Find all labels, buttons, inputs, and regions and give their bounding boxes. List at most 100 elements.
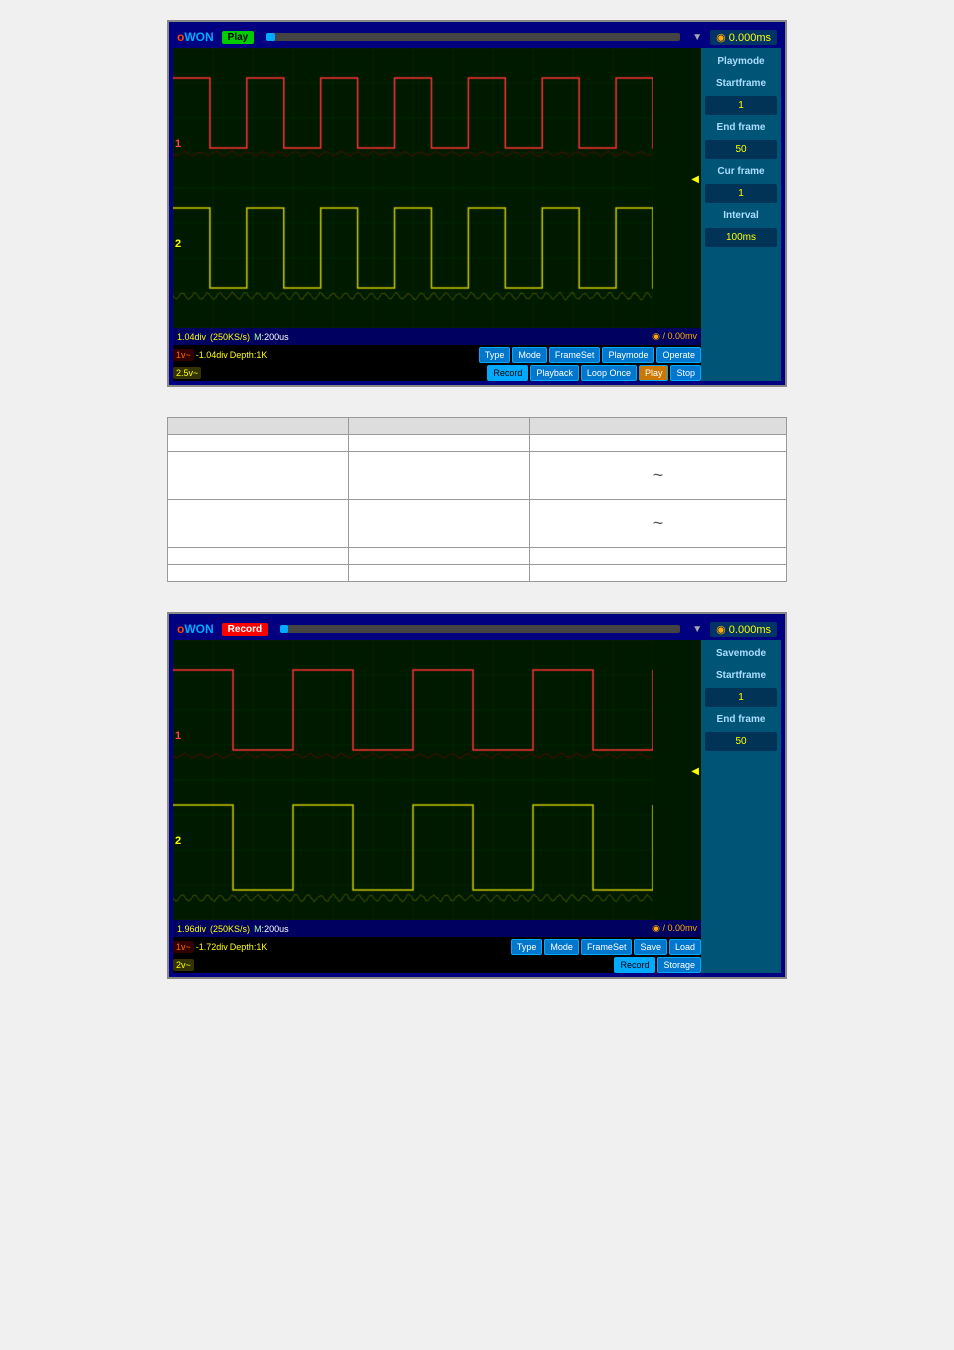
page-container: oWON Play ▼ ◉ 0.000ms II Play: 1 1 2 — [20, 20, 934, 979]
scope2-save-btn[interactable]: Save — [634, 939, 667, 955]
scope1-header: oWON Play ▼ ◉ 0.000ms — [173, 26, 781, 48]
scope1-mode-btn[interactable]: Mode — [512, 347, 547, 363]
table-cell — [348, 435, 529, 452]
scope1-type-btn[interactable]: Type — [479, 347, 511, 363]
scope1-record-btn[interactable]: Record — [487, 365, 528, 381]
table-row — [168, 548, 787, 565]
tilde-symbol: ~ — [542, 508, 774, 539]
scope2-trigger-info: ◉ / 0.00mv — [652, 923, 697, 934]
table-cell — [168, 435, 349, 452]
scope2-ch1-info: 1.96div — [177, 924, 206, 934]
scope2-load-btn[interactable]: Load — [669, 939, 701, 955]
table-col1-header — [168, 418, 349, 435]
scope2-header: oWON Record ▼ ◉ 0.000ms — [173, 618, 781, 640]
table-cell — [529, 548, 786, 565]
scope1-ch2-info: -1.04div — [196, 350, 228, 360]
tilde-symbol: ~ — [542, 460, 774, 491]
scope1-logo: oWON — [177, 30, 214, 44]
ch2-indicator: 2 — [175, 238, 181, 250]
scope1-endframe-value: 50 — [705, 140, 777, 159]
table-col3-header — [529, 418, 786, 435]
scope2-mode-badge: Record — [222, 623, 268, 636]
scope1-curframe-value: 1 — [705, 184, 777, 203]
scope2-main: Rec:1 50 1 2 ◀ 1.96div (250KS/s) M:200 — [173, 640, 701, 973]
scope1-curframe-label: Cur frame — [705, 162, 777, 181]
table-cell — [348, 452, 529, 500]
scope1-timebase: M:200us — [254, 332, 289, 342]
scope2-sample-rate: (250KS/s) — [210, 924, 250, 934]
scope2-startframe-label: Startframe — [705, 666, 777, 685]
scope2-endframe-value: 50 — [705, 732, 777, 751]
scope2-mode-btn[interactable]: Mode — [544, 939, 579, 955]
scope1-buttons: Type Mode FrameSet Playmode Operate — [479, 347, 701, 363]
table-section: ~ ~ — [167, 417, 787, 582]
scope1-playmode-btn[interactable]: Playmode — [602, 347, 654, 363]
scope2-logo: oWON — [177, 622, 214, 636]
scope1-ch2-label: 2.5v~ — [173, 367, 201, 379]
scope1-ch1-label: 1v~ — [173, 349, 194, 361]
scope1-time: ◉ 0.000ms — [710, 30, 777, 45]
scope1-footer-row3: 2.5v~ Record Playback Loop Once Play Sto… — [173, 363, 701, 381]
scope1-main: II Play: 1 1 2 ◀ 1.04div (250K — [173, 48, 701, 381]
table-row: ~ — [168, 452, 787, 500]
table-cell: ~ — [529, 452, 786, 500]
table-col2-header — [348, 418, 529, 435]
scope2-record-btn[interactable]: Record — [614, 957, 655, 973]
scope2-ch2-info: -1.72div — [196, 942, 228, 952]
table-cell — [529, 565, 786, 582]
scope2-cursor-icon: ▼ — [692, 624, 702, 635]
scope1-footer-row2: 1v~ -1.04div Depth:1K Type Mode FrameSet… — [173, 345, 701, 363]
table-cell — [168, 500, 349, 548]
scope2-buttons-row2: Record Storage — [614, 957, 701, 973]
scope1-startframe-value: 1 — [705, 96, 777, 115]
scope2-waveform-canvas — [173, 640, 653, 920]
scope1-playback-btn[interactable]: Playback — [530, 365, 579, 381]
scope2-depth: Depth:1K — [230, 942, 268, 952]
table-cell — [348, 500, 529, 548]
scope2-buttons: Type Mode FrameSet Save Load — [511, 939, 701, 955]
scope2-timebase: M:200us — [254, 924, 289, 934]
scope1-loop-btn[interactable]: Loop Once — [581, 365, 637, 381]
scope1-cursor-icon: ▼ — [692, 32, 702, 43]
scope2-endframe-label: End frame — [705, 710, 777, 729]
table-header-row — [168, 418, 787, 435]
scope2-savemode-label: Savemode — [705, 644, 777, 663]
scope1-play-btn[interactable]: Play — [639, 365, 669, 381]
scope1-screen: 1 2 ◀ — [173, 48, 701, 328]
scope2-type-btn[interactable]: Type — [511, 939, 543, 955]
scope2-trigger-icon: ◀ — [691, 766, 699, 777]
scope2-ch2-label: 2v~ — [173, 959, 194, 971]
scope1-interval-label: Interval — [705, 206, 777, 225]
trigger-icon: ◀ — [691, 174, 699, 185]
scope2-body: Rec:1 50 1 2 ◀ 1.96div (250KS/s) M:200 — [173, 640, 781, 973]
scope1-footer: 1.04div (250KS/s) M:200us ◉ / 0.00mv — [173, 328, 701, 345]
scope1-body: II Play: 1 1 2 ◀ 1.04div (250K — [173, 48, 781, 381]
scope1-buttons-row2: Record Playback Loop Once Play Stop — [487, 365, 701, 381]
table-cell — [529, 435, 786, 452]
scope1-container: oWON Play ▼ ◉ 0.000ms II Play: 1 1 2 — [167, 20, 787, 387]
scope1-stop-btn[interactable]: Stop — [670, 365, 701, 381]
scope2-container: oWON Record ▼ ◉ 0.000ms Rec:1 50 1 2 ◀ — [167, 612, 787, 979]
table-row — [168, 435, 787, 452]
table-cell — [348, 548, 529, 565]
scope2-storage-btn[interactable]: Storage — [657, 957, 701, 973]
scope2-time: ◉ 0.000ms — [710, 622, 777, 637]
scope1-waveform-canvas — [173, 48, 653, 328]
scope1-interval-value: 100ms — [705, 228, 777, 247]
scope1-endframe-label: End frame — [705, 118, 777, 137]
scope1-sample-rate: (250KS/s) — [210, 332, 250, 342]
scope1-operate-btn[interactable]: Operate — [656, 347, 701, 363]
table-row — [168, 565, 787, 582]
scope1-ch1-info: 1.04div — [177, 332, 206, 342]
scope1-frameset-btn[interactable]: FrameSet — [549, 347, 601, 363]
scope2-screen: 1 2 ◀ — [173, 640, 701, 920]
table-cell — [168, 565, 349, 582]
table-cell — [168, 548, 349, 565]
scope2-frameset-btn[interactable]: FrameSet — [581, 939, 633, 955]
scope2-sidebar: Savemode Startframe 1 End frame 50 — [701, 640, 781, 973]
scope1-trigger-info: ◉ / 0.00mv — [652, 331, 697, 342]
ch1-indicator: 1 — [175, 138, 181, 150]
scope2-ch1-label: 1v~ — [173, 941, 194, 953]
scope2-startframe-value: 1 — [705, 688, 777, 707]
scope1-playmode-label: Playmode — [705, 52, 777, 71]
